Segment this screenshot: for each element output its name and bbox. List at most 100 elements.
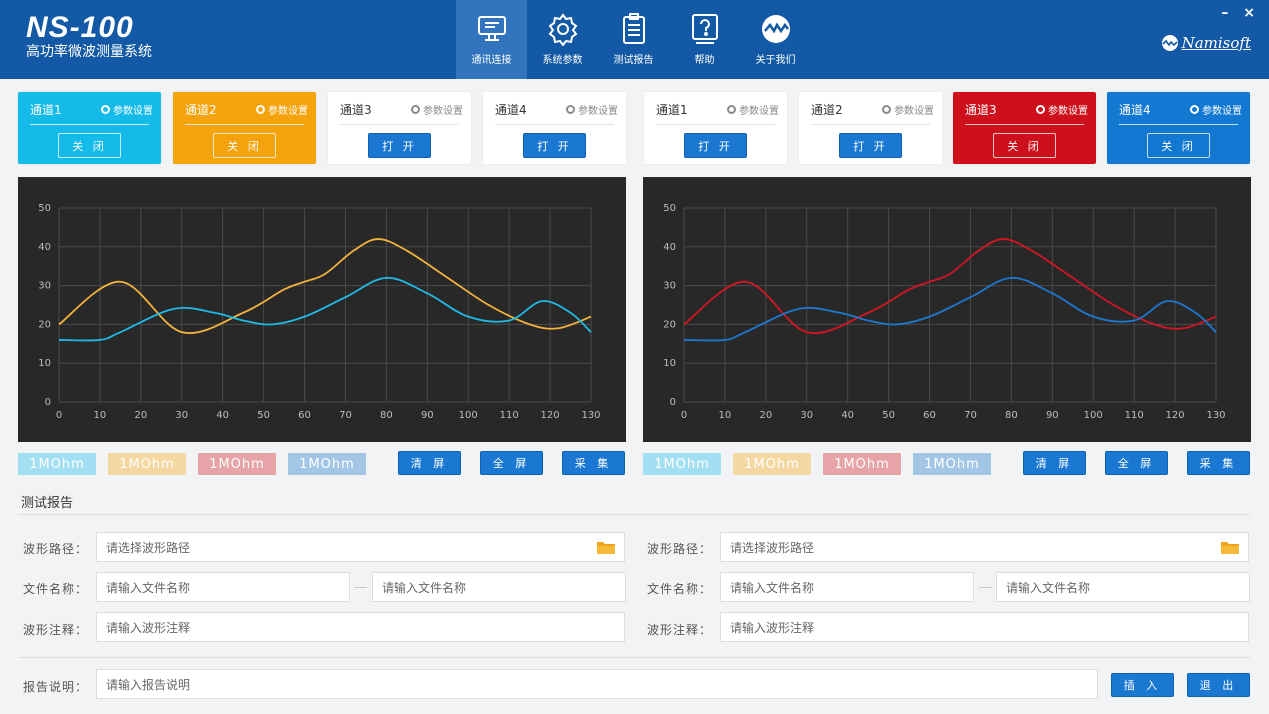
folder-icon[interactable]	[597, 540, 615, 554]
close-channel-button[interactable]: 关 闭	[993, 133, 1056, 158]
note-placeholder: 请输入波形注释	[730, 620, 815, 635]
filename-input-2-right[interactable]: 请输入文件名称	[996, 572, 1250, 602]
param-settings-link[interactable]: 参数设置	[566, 102, 618, 117]
clear-screen-button[interactable]: 清 屏	[398, 451, 461, 475]
folder-icon[interactable]	[1221, 540, 1239, 554]
app-logo: NS-100 高功率微波测量系统	[26, 12, 152, 61]
x-tick-label: 40	[841, 410, 854, 421]
clipboard-icon	[623, 13, 645, 44]
header-bar: NS-100 高功率微波测量系统 通讯连接 系统参数 测试报告 帮助 关于我们 …	[0, 0, 1269, 79]
x-tick-label: 10	[719, 410, 732, 421]
param-settings-link[interactable]: 参数设置	[256, 102, 308, 117]
note-label: 波形注释：	[23, 623, 89, 637]
path-input-left[interactable]: 请选择波形路径	[96, 532, 625, 562]
note-input-left[interactable]: 请输入波形注释	[96, 612, 625, 642]
nav-help[interactable]: 帮助	[669, 0, 740, 79]
filename-input-1-right[interactable]: 请输入文件名称	[720, 572, 974, 602]
param-settings-link[interactable]: 参数设置	[101, 102, 153, 117]
filename-input-1-left[interactable]: 请输入文件名称	[96, 572, 350, 602]
gear-icon	[727, 105, 736, 114]
x-tick-label: 50	[882, 410, 895, 421]
acquire-button[interactable]: 采 集	[562, 451, 625, 475]
exit-button[interactable]: 退 出	[1187, 673, 1250, 697]
nav-system-params[interactable]: 系统参数	[527, 0, 598, 79]
nav-test-report[interactable]: 测试报告	[598, 0, 669, 79]
note-input-right[interactable]: 请输入波形注释	[720, 612, 1249, 642]
minimize-button[interactable]: –	[1221, 5, 1228, 21]
report-section-title: 测试报告	[21, 496, 74, 511]
app-title: NS-100	[26, 11, 134, 44]
param-settings-label: 参数设置	[739, 106, 779, 117]
x-tick-label: 100	[459, 410, 478, 421]
param-settings-link[interactable]: 参数设置	[1036, 102, 1088, 117]
x-tick-label: 30	[175, 410, 188, 421]
y-tick-label: 0	[670, 397, 676, 408]
filename-placeholder: 请输入文件名称	[730, 580, 815, 595]
card-divider	[185, 124, 304, 125]
divider	[18, 514, 1250, 515]
param-settings-link[interactable]: 参数设置	[727, 102, 779, 117]
channel-card: 通道1 参数设置关 闭	[18, 92, 161, 164]
x-tick-label: 120	[1166, 410, 1185, 421]
x-tick-label: 60	[923, 410, 936, 421]
filename-input-2-left[interactable]: 请输入文件名称	[372, 572, 626, 602]
fullscreen-button[interactable]: 全 屏	[480, 451, 543, 475]
brand-wave-icon	[1161, 35, 1178, 51]
nav-label: 系统参数	[542, 55, 583, 66]
close-window-button[interactable]: ×	[1243, 5, 1255, 21]
fullscreen-button[interactable]: 全 屏	[1105, 451, 1168, 475]
nav-comm-connect[interactable]: 通讯连接	[456, 0, 527, 79]
close-channel-button[interactable]: 关 闭	[213, 133, 276, 158]
gear-icon	[411, 105, 420, 114]
x-tick-label: 30	[800, 410, 813, 421]
pulse-logo-icon	[762, 15, 790, 43]
open-channel-button[interactable]: 打 开	[839, 133, 902, 158]
open-channel-button[interactable]: 打 开	[368, 133, 431, 158]
channel-card: 通道3 参数设置关 闭	[953, 92, 1096, 164]
waveform-chart-left: 0 10 20 30 40 50 60 70 80 90 100 110 120 130 0 10 20 30 40…	[18, 177, 626, 442]
chart-grid	[58, 207, 592, 403]
help-icon	[692, 14, 718, 44]
insert-button[interactable]: 插 入	[1111, 673, 1174, 697]
nav-about-us[interactable]: 关于我们	[740, 0, 811, 79]
impedance-tag: 1MOhm	[108, 453, 186, 475]
close-channel-button[interactable]: 关 闭	[1147, 133, 1210, 158]
nav-label: 帮助	[694, 55, 715, 66]
clear-screen-button[interactable]: 清 屏	[1023, 451, 1086, 475]
note-placeholder: 请输入波形注释	[106, 620, 191, 635]
x-tick-label: 50	[257, 410, 270, 421]
channel-card: 通道2 参数设置打 开	[799, 92, 942, 164]
param-settings-link[interactable]: 参数设置	[882, 102, 934, 117]
impedance-tag: 1MOhm	[288, 453, 366, 475]
report-desc-placeholder: 请输入报告说明	[106, 677, 191, 692]
chart-svg-left: 0 10 20 30 40 50 60 70 80 90 100 110 120 130 0 10 20 30 40…	[38, 203, 600, 421]
open-channel-button[interactable]: 打 开	[523, 133, 586, 158]
impedance-tag: 1MOhm	[823, 453, 901, 475]
brand-logo: Namisoft	[1160, 34, 1251, 52]
param-settings-link[interactable]: 参数设置	[1190, 102, 1242, 117]
channel-name: 通道1	[30, 103, 62, 117]
x-tick-label: 110	[500, 410, 519, 421]
impedance-tag: 1MOhm	[198, 453, 276, 475]
x-tick-label: 130	[1206, 410, 1225, 421]
y-tick-label: 10	[663, 358, 676, 369]
report-desc-input[interactable]: 请输入报告说明	[96, 669, 1098, 699]
open-channel-button[interactable]: 打 开	[684, 133, 747, 158]
param-settings-label: 参数设置	[113, 106, 153, 117]
param-settings-label: 参数设置	[268, 106, 308, 117]
card-divider	[656, 124, 775, 125]
y-tick-label: 40	[663, 242, 676, 253]
acquire-button[interactable]: 采 集	[1187, 451, 1250, 475]
close-channel-button[interactable]: 关 闭	[58, 133, 121, 158]
x-tick-label: 120	[541, 410, 560, 421]
filename-placeholder: 请输入文件名称	[382, 580, 467, 595]
param-settings-link[interactable]: 参数设置	[411, 102, 463, 117]
path-input-right[interactable]: 请选择波形路径	[720, 532, 1249, 562]
app-subtitle: 高功率微波测量系统	[26, 44, 152, 60]
gear-icon	[256, 105, 265, 114]
series-line-2	[683, 276, 1217, 342]
gear-icon	[1036, 105, 1045, 114]
report-desc-label: 报告说明：	[23, 680, 89, 694]
path-placeholder: 请选择波形路径	[106, 540, 191, 555]
channel-card: 通道3 参数设置打 开	[328, 92, 471, 164]
